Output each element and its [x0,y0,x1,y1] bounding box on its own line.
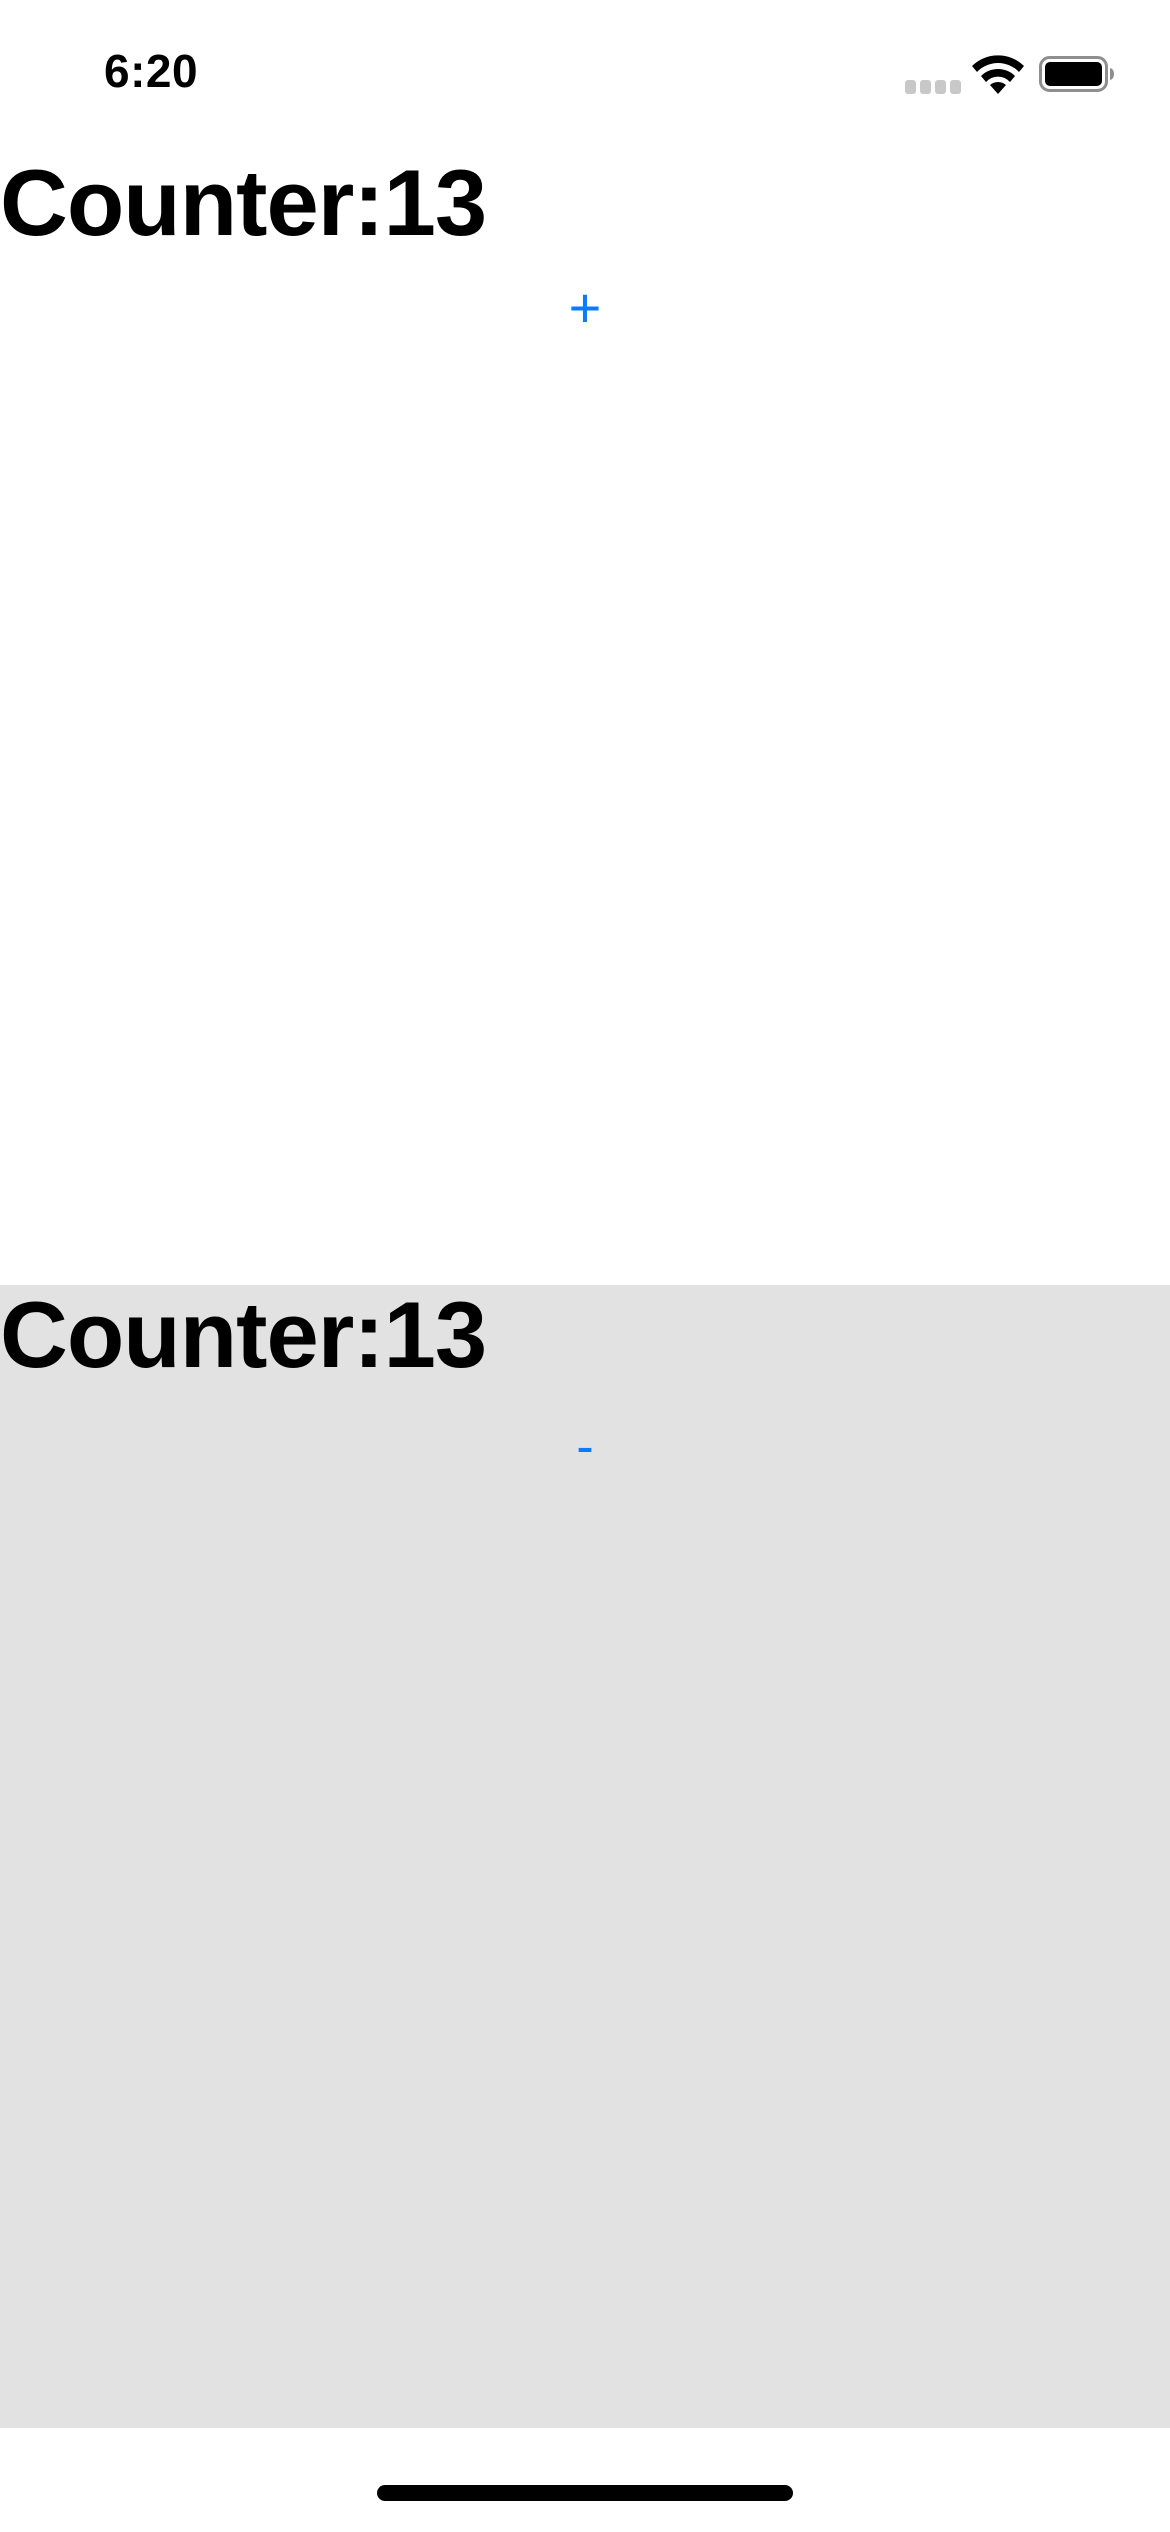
home-indicator[interactable] [377,2485,793,2501]
battery-full-icon [1039,56,1114,92]
cellular-signal-icon [905,80,961,94]
increment-button[interactable]: + [525,268,645,348]
bottom-counter-pane: Counter:13 - [0,1285,1170,2428]
top-counter-pane: Counter:13 + [0,150,1170,1285]
status-time: 6:20 [104,45,199,97]
bottom-counter-label: Counter:13 [0,1282,487,1387]
top-counter-label: Counter:13 [0,150,487,255]
decrement-button[interactable]: - [525,1407,645,1487]
status-bar: 6:20 [0,0,1170,150]
wifi-icon [972,55,1024,94]
